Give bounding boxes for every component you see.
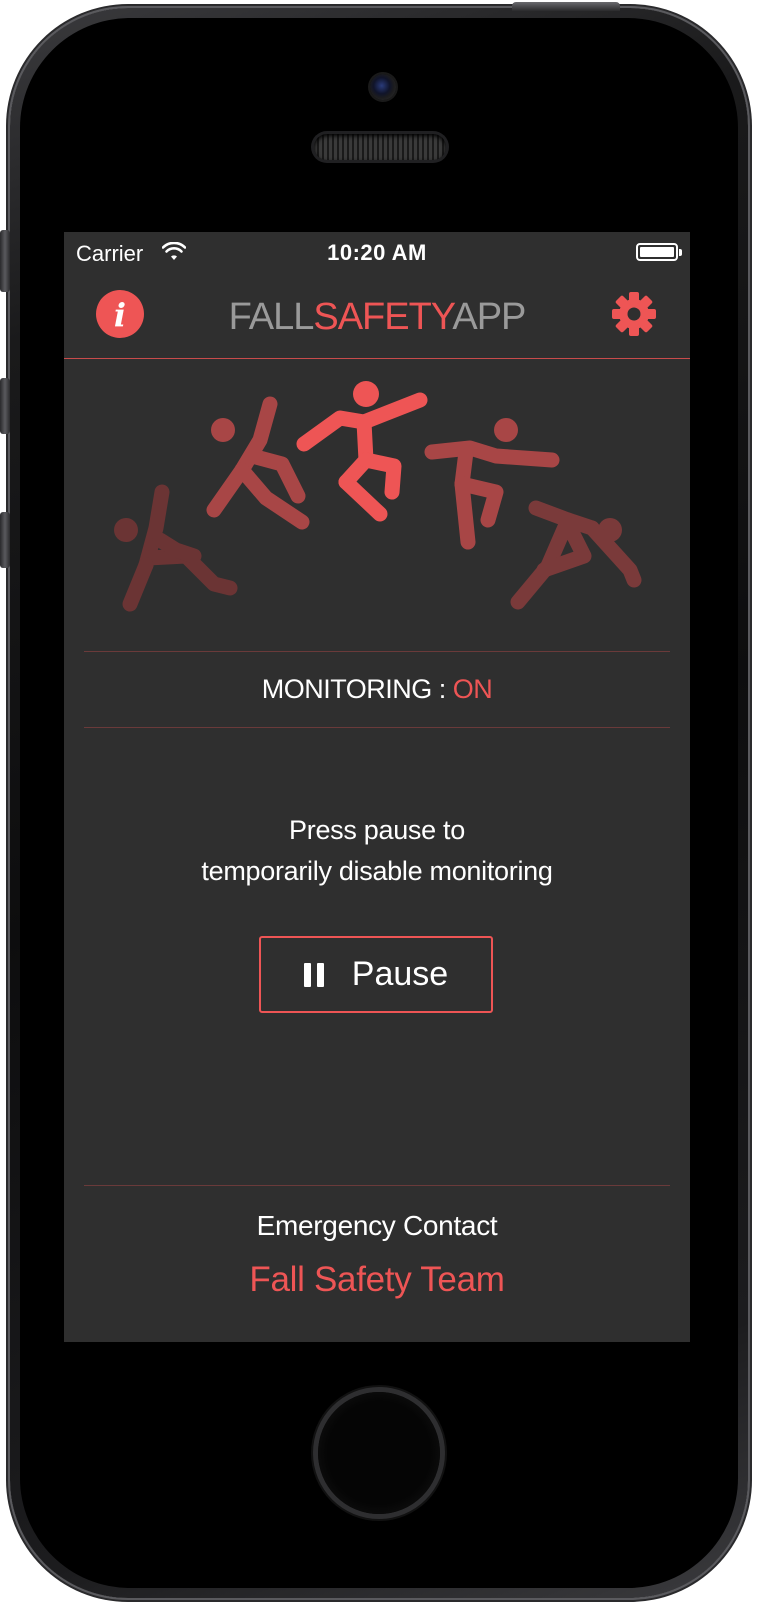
monitoring-state: ON [452, 674, 493, 704]
app-title: FALLSAFETYAPP [64, 296, 690, 339]
pause-button-label: Pause [351, 955, 449, 993]
status-bar: Carrier 10:20 AM [64, 232, 690, 276]
home-button[interactable] [318, 1392, 440, 1514]
falling-figure-5 [510, 500, 642, 610]
nav-bar: i FALLSAFETYAPP [64, 276, 690, 359]
earpiece-speaker [314, 134, 446, 160]
monitoring-status: MONITORING : ON [64, 674, 690, 705]
falling-figure-2 [206, 396, 310, 530]
clock: 10:20 AM [327, 240, 427, 265]
emergency-contact-label: Emergency Contact [256, 1210, 498, 1241]
hint-line-2: temporarily disable monitoring [201, 856, 553, 886]
app-screen: Carrier 10:20 AM i FALLSAFETYAPP MONITOR… [64, 232, 690, 1342]
front-camera [370, 74, 396, 100]
emergency-contact-name[interactable]: Fall Safety Team [64, 1260, 690, 1300]
divider-middle [84, 727, 670, 728]
mute-switch [0, 230, 10, 292]
volume-down-button [0, 512, 10, 568]
title-part-app: APP [452, 296, 526, 338]
title-part-safety: SAFETY [313, 296, 453, 338]
pause-icon [303, 962, 324, 987]
gear-icon[interactable] [608, 288, 660, 340]
volume-up-button [0, 378, 10, 434]
divider-top [84, 651, 670, 652]
pause-hint: Press pause to temporarily disable monit… [64, 810, 690, 892]
battery-icon [636, 243, 682, 261]
power-button [512, 2, 620, 11]
hint-line-1: Press pause to [289, 815, 465, 845]
falling-figure-4 [424, 418, 560, 550]
falling-person-illustration [64, 360, 690, 630]
divider-bottom [84, 1185, 670, 1186]
pause-button[interactable]: Pause [259, 936, 493, 1013]
fall-sequence-graphic [114, 381, 642, 612]
falling-figure-3 [296, 381, 428, 522]
monitoring-label: MONITORING : [261, 674, 453, 704]
title-part-fall: FALL [228, 296, 315, 338]
